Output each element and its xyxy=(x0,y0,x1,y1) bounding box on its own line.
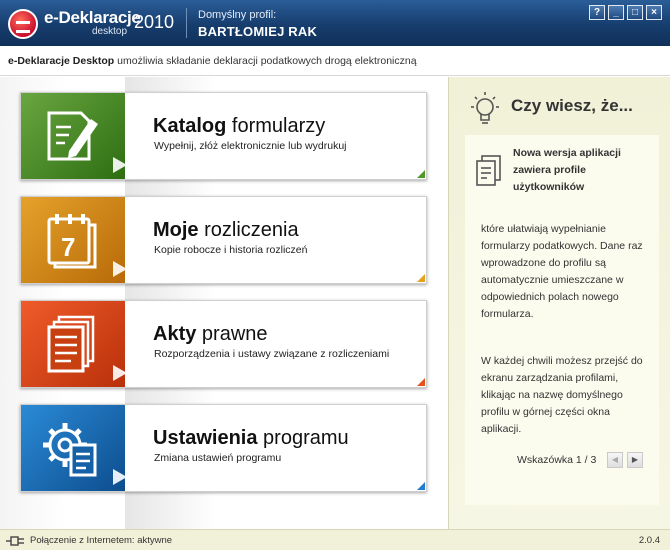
description-app-name: e-Deklaracje Desktop xyxy=(8,55,115,67)
tip-body-2: W każdej chwili możesz przejść do ekranu… xyxy=(481,355,643,435)
next-tip-button[interactable]: ▶ xyxy=(627,452,643,468)
card-title: Moje rozliczenia xyxy=(153,219,299,241)
tip-box: Nowa wersja aplikacji zawiera profile uż… xyxy=(465,135,659,505)
description-bar: e-Deklaracje Desktop umożliwia składanie… xyxy=(0,46,670,76)
corner-marker xyxy=(417,378,425,386)
tip-body-1: które ułatwiają wypełnianie formularzy p… xyxy=(481,223,643,320)
tile-edge xyxy=(125,405,129,491)
profile-documents-icon xyxy=(476,155,501,186)
main-area: Katalog formularzy Wypełnij, złóż elektr… xyxy=(0,77,670,529)
title-separator xyxy=(186,8,187,38)
documents-icon xyxy=(47,315,95,373)
profile-label: Domyślny profil: xyxy=(198,9,277,21)
tile-edge xyxy=(125,197,129,283)
app-name: e-Deklaracje xyxy=(44,8,141,27)
close-button[interactable]: × xyxy=(646,5,662,20)
ustawienia-programu-button[interactable]: Ustawienia programu Zmiana ustawień prog… xyxy=(20,404,427,492)
maximize-button[interactable]: □ xyxy=(627,5,643,20)
card-title: Katalog formularzy xyxy=(153,115,326,137)
window-controls: ? _ □ × xyxy=(589,5,662,20)
svg-text:7: 7 xyxy=(61,232,75,262)
corner-marker xyxy=(417,274,425,282)
tips-title: Czy wiesz, że... xyxy=(511,96,633,115)
tile-edge xyxy=(125,301,129,387)
corner-marker xyxy=(417,170,425,178)
ustawienia-tile xyxy=(21,405,127,491)
card-title: Ustawienia programu xyxy=(153,427,349,449)
minimize-button[interactable]: _ xyxy=(608,5,624,20)
katalog-formularzy-button[interactable]: Katalog formularzy Wypełnij, złóż elektr… xyxy=(20,92,427,180)
previous-tip-button[interactable]: ◀ xyxy=(607,452,623,468)
card-description: Kopie robocze i historia rozliczeń xyxy=(154,244,308,256)
card-description: Rozporządzenia i ustawy związane z rozli… xyxy=(154,348,390,360)
card-description: Zmiana ustawień programu xyxy=(154,452,282,464)
tips-panel: Czy wiesz, że... Nowa wersja aplikacji z… xyxy=(448,77,670,529)
title-bar: e-Deklaracje desktop 2010 Domyślny profi… xyxy=(0,0,670,46)
katalog-tile xyxy=(21,93,127,179)
card-title: Akty prawne xyxy=(153,323,268,345)
status-bar: Połączenie z Internetem: aktywne 2.0.4 xyxy=(0,529,670,550)
moje-rozliczenia-button[interactable]: 7 Moje rozliczenia Kopie robocze i histo… xyxy=(20,196,427,284)
app-subtitle: desktop xyxy=(92,26,128,37)
gear-document-icon xyxy=(43,423,97,477)
akty-prawne-button[interactable]: Akty prawne Rozporządzenia i ustawy zwią… xyxy=(20,300,427,388)
connection-status: Połączenie z Internetem: aktywne xyxy=(30,535,173,546)
app-year: 2010 xyxy=(134,12,175,32)
description-text: umożliwia składanie deklaracji podatkowy… xyxy=(114,55,417,67)
menu-pane: Katalog formularzy Wypełnij, złóż elektr… xyxy=(0,77,446,529)
default-profile-link[interactable]: BARTŁOMIEJ RAK xyxy=(198,24,317,39)
tip-counter: Wskazówka 1 / 3 xyxy=(517,454,597,466)
help-button[interactable]: ? xyxy=(589,5,605,20)
corner-marker xyxy=(417,482,425,490)
tile-edge xyxy=(125,93,129,179)
lightbulb-icon xyxy=(471,92,499,124)
pencil-paper-icon xyxy=(47,111,98,161)
tip-headline: Nowa wersja aplikacji zawiera profile uż… xyxy=(513,147,621,193)
plug-icon xyxy=(6,536,24,546)
rozliczenia-tile: 7 xyxy=(21,197,127,283)
card-description: Wypełnij, złóż elektronicznie lub wydruk… xyxy=(154,140,347,152)
calendar-icon: 7 xyxy=(47,214,97,269)
app-version: 2.0.4 xyxy=(638,535,660,546)
akty-tile xyxy=(21,301,127,387)
app-logo-icon xyxy=(8,9,38,39)
